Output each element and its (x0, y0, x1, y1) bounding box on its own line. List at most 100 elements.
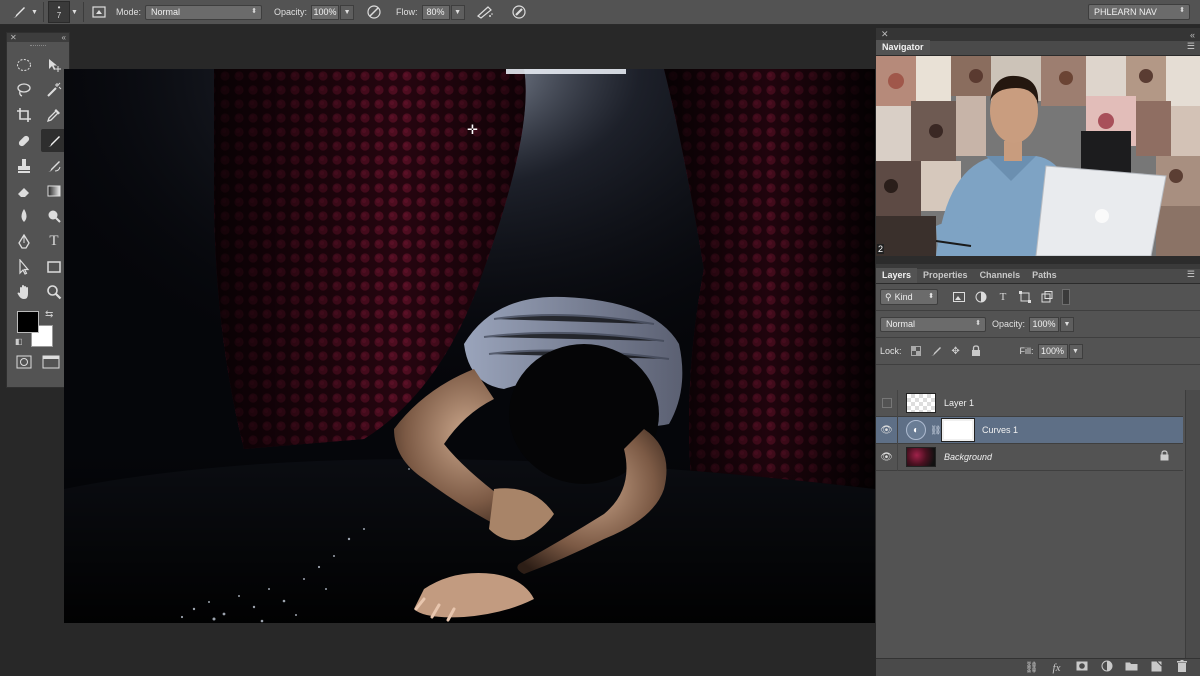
link-chain-icon[interactable]: ⛓︎ (930, 425, 941, 436)
swap-colors-icon[interactable]: ⇆ (45, 309, 53, 320)
shape-filter-icon[interactable] (1014, 289, 1036, 305)
workspace-switcher[interactable]: PHLEARN NAV ⬍ (1088, 4, 1190, 20)
lock-icon (1160, 450, 1169, 464)
navigator-thumbnail (876, 56, 1200, 256)
panel-menu-icon[interactable]: ☰ (1187, 41, 1200, 55)
layer-row-curves-1[interactable]: 👁︎ ◐ ⛓︎ Curves 1 (876, 416, 1183, 444)
layers-bottom-bar: ⛓︎ fx (876, 658, 1200, 676)
document-canvas[interactable]: ✛ (64, 69, 875, 623)
panel-menu-icon[interactable]: ☰ (1187, 269, 1200, 283)
lock-label: Lock: (880, 346, 902, 356)
color-swatches: ⇆ ◧ (7, 307, 69, 351)
layer-opacity-slider-button[interactable]: ▼ (1060, 316, 1075, 332)
layers-panel: ⚲ Kind ⬍ T Normal ⬍ Opacity: 100% ▼ Lock… (876, 284, 1200, 676)
clone-stamp-icon[interactable] (9, 153, 39, 178)
tab-paths[interactable]: Paths (1026, 268, 1063, 283)
tab-properties[interactable]: Properties (917, 268, 974, 283)
pen-tool-icon[interactable] (9, 229, 39, 254)
close-icon[interactable]: ✕ (881, 29, 889, 40)
elliptical-marquee-icon[interactable] (9, 52, 39, 77)
lasso-tool-icon[interactable] (9, 77, 39, 102)
mode-select[interactable]: Normal ⬍ (145, 4, 263, 20)
layer-mask-thumbnail[interactable] (942, 419, 974, 441)
tool-preset-dropdown-icon[interactable]: ▼ (30, 2, 39, 22)
flow-field[interactable]: 80% (421, 4, 450, 20)
panel-separator (876, 256, 1200, 264)
layers-scrollbar[interactable] (1185, 390, 1200, 676)
new-group-icon[interactable] (1119, 661, 1144, 674)
fx-icon[interactable]: fx (1044, 662, 1069, 674)
visibility-toggle[interactable]: 👁︎ (876, 416, 898, 444)
opacity-slider-button[interactable]: ▼ (340, 4, 355, 20)
tools-panel-header: ✕ « (7, 33, 69, 42)
path-selection-icon[interactable] (9, 254, 39, 279)
tool-grid: T (7, 50, 69, 305)
pressure-size-icon[interactable] (509, 2, 529, 22)
eye-icon: 👁︎ (880, 424, 893, 436)
layer-row-layer-1[interactable]: Layer 1 (876, 389, 1183, 417)
smart-object-filter-icon[interactable] (1036, 289, 1058, 305)
filter-toggle[interactable] (1062, 289, 1070, 305)
crop-tool-icon[interactable] (9, 103, 39, 128)
panel-grip[interactable] (7, 42, 69, 50)
lock-position-icon[interactable]: ✥ (946, 343, 966, 359)
opacity-field[interactable]: 100% (311, 4, 340, 20)
layers-tabbar: Layers Properties Channels Paths ☰ (876, 268, 1200, 284)
fill-slider-button[interactable]: ▼ (1068, 343, 1083, 359)
link-layers-icon[interactable]: ⛓︎ (1019, 661, 1044, 674)
pressure-opacity-icon[interactable] (364, 2, 384, 22)
tab-layers[interactable]: Layers (876, 268, 918, 283)
blend-mode-select[interactable]: Normal ⬍ (880, 316, 986, 332)
hidden-eye-icon (881, 398, 892, 408)
lock-image-pixels-icon[interactable] (926, 343, 946, 359)
adjustment-layer-icon[interactable] (1094, 660, 1119, 675)
blur-tool-icon[interactable] (9, 204, 39, 229)
brush-cursor-icon: ✛ (467, 122, 478, 137)
visibility-toggle[interactable] (876, 389, 898, 417)
lock-all-icon[interactable] (966, 343, 986, 359)
kind-filter-select[interactable]: ⚲ Kind ⬍ (880, 289, 938, 305)
chevron-updown-icon: ⬍ (1179, 7, 1185, 14)
curves-adjustment-icon: ◐ (906, 420, 926, 440)
fill-label: Fill: (1019, 346, 1034, 356)
visibility-toggle[interactable]: 👁︎ (876, 443, 898, 471)
pixel-filter-icon[interactable] (948, 289, 970, 305)
airbrush-icon[interactable] (475, 2, 495, 22)
layer-row-background[interactable]: 👁︎ Background (876, 443, 1183, 471)
layer-opacity-label: Opacity: (992, 319, 1026, 329)
adjustment-filter-icon[interactable] (970, 289, 992, 305)
flow-slider-button[interactable]: ▼ (450, 4, 465, 20)
fill-field[interactable]: 100% (1037, 343, 1068, 359)
brush-panel-icon[interactable] (88, 2, 110, 22)
trash-icon[interactable] (1169, 660, 1194, 675)
mode-buttons (7, 351, 69, 372)
eraser-icon[interactable] (9, 178, 39, 203)
add-mask-icon[interactable] (1069, 661, 1094, 674)
collapse-icon[interactable]: « (1190, 30, 1195, 40)
lock-transparent-icon[interactable] (906, 343, 926, 359)
chevron-updown-icon: ⬍ (251, 7, 258, 15)
new-layer-icon[interactable] (1144, 660, 1169, 675)
workspace-value: PHLEARN NAV (1094, 7, 1157, 17)
search-icon: ⚲ (885, 291, 892, 302)
tab-channels[interactable]: Channels (974, 268, 1027, 283)
brush-tool-icon[interactable] (8, 2, 30, 22)
mode-label: Mode: (116, 7, 142, 17)
hand-tool-icon[interactable] (9, 280, 39, 305)
healing-brush-icon[interactable] (9, 128, 39, 153)
screen-mode-icon[interactable] (42, 355, 60, 372)
brush-preset-picker[interactable]: • 7 (48, 1, 70, 23)
chevron-updown-icon: ⬍ (928, 293, 934, 300)
opacity-label: Opacity: (274, 7, 308, 17)
foreground-color-swatch[interactable] (17, 310, 39, 333)
quick-mask-icon[interactable] (16, 355, 32, 372)
collapse-icon[interactable]: « (62, 33, 66, 42)
tab-navigator[interactable]: Navigator (876, 40, 930, 55)
type-filter-icon[interactable]: T (992, 289, 1014, 305)
navigator-preview[interactable]: 2 (876, 56, 1200, 256)
close-icon[interactable]: ✕ (10, 33, 17, 42)
brush-preset-dropdown-icon[interactable]: ▼ (70, 2, 79, 22)
layer-opacity-field[interactable]: 100% (1029, 316, 1060, 332)
flow-label: Flow: (396, 7, 418, 17)
default-colors-icon[interactable]: ◧ (15, 337, 23, 346)
